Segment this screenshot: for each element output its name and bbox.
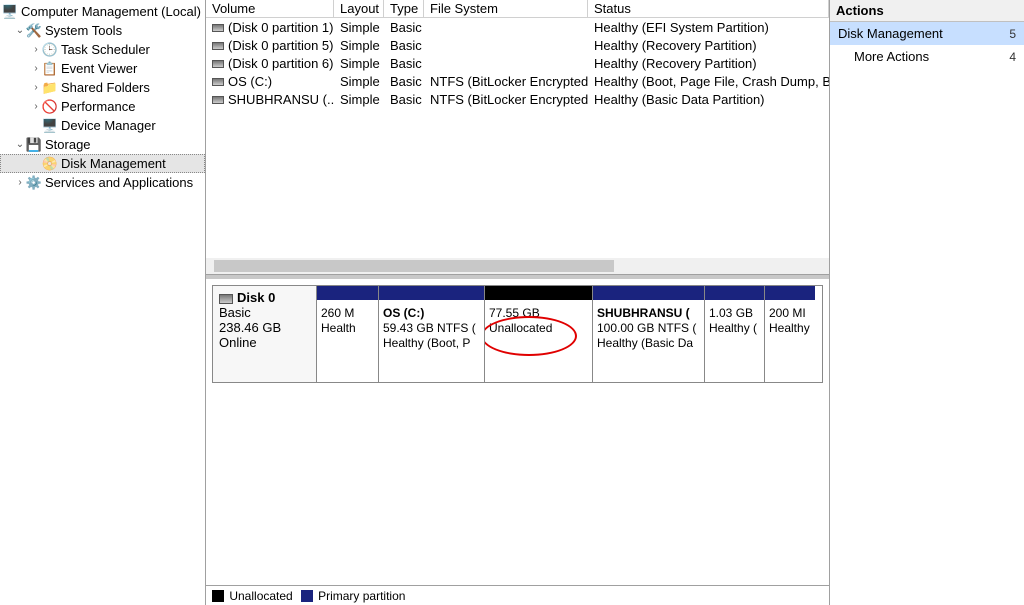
partition-header — [593, 286, 704, 300]
volume-icon — [212, 24, 224, 32]
tools-icon: 🛠️ — [26, 23, 42, 39]
expand-icon[interactable]: › — [30, 44, 42, 55]
expand-icon[interactable]: › — [30, 82, 42, 93]
volume-table[interactable]: Volume Layout Type File System Status (D… — [206, 0, 829, 275]
computer-icon: 🖥️ — [2, 4, 18, 20]
col-status[interactable]: Status — [588, 0, 829, 17]
action-count: 5 — [1009, 27, 1016, 41]
col-volume[interactable]: Volume — [206, 0, 334, 17]
volume-icon — [212, 96, 224, 104]
tree-performance[interactable]: › 🚫 Performance — [0, 97, 205, 116]
tree-label: Performance — [61, 99, 135, 114]
legend-primary: Primary partition — [318, 589, 405, 603]
tree-task-scheduler[interactable]: › 🕒 Task Scheduler — [0, 40, 205, 59]
partition-header — [705, 286, 764, 300]
action-more-actions[interactable]: More Actions 4 — [830, 45, 1024, 68]
tree-label: Task Scheduler — [61, 42, 150, 57]
main-content: Volume Layout Type File System Status (D… — [206, 0, 830, 605]
volume-header-row: Volume Layout Type File System Status — [206, 0, 829, 18]
tree-services[interactable]: › ⚙️ Services and Applications — [0, 173, 205, 192]
clock-icon: 🕒 — [42, 42, 58, 58]
disk-graphical-view: Disk 0 Basic 238.46 GB Online 260 MHealt… — [206, 275, 829, 605]
volume-row[interactable]: (Disk 0 partition 6)SimpleBasicHealthy (… — [206, 54, 829, 72]
tree-event-viewer[interactable]: › 📋 Event Viewer — [0, 59, 205, 78]
tree-label: Computer Management (Local) — [21, 4, 201, 19]
tree-label: Storage — [45, 137, 91, 152]
legend: Unallocated Primary partition — [206, 585, 829, 605]
partition[interactable]: 1.03 GBHealthy ( — [705, 286, 765, 382]
partition[interactable]: SHUBHRANSU (100.00 GB NTFS (Healthy (Bas… — [593, 286, 705, 382]
nav-tree[interactable]: 🖥️ Computer Management (Local) ⌄ 🛠️ Syst… — [0, 0, 206, 605]
performance-icon: 🚫 — [42, 99, 58, 115]
disk-row[interactable]: Disk 0 Basic 238.46 GB Online 260 MHealt… — [212, 285, 823, 383]
volume-row[interactable]: SHUBHRANSU (...SimpleBasicNTFS (BitLocke… — [206, 90, 829, 108]
partition-body: SHUBHRANSU (100.00 GB NTFS (Healthy (Bas… — [593, 300, 704, 382]
disk-icon: 📀 — [42, 156, 58, 172]
disk-label[interactable]: Disk 0 Basic 238.46 GB Online — [213, 286, 317, 382]
services-icon: ⚙️ — [26, 175, 42, 191]
volume-icon — [212, 42, 224, 50]
tree-device-manager[interactable]: 🖥️ Device Manager — [0, 116, 205, 135]
action-disk-management[interactable]: Disk Management 5 — [830, 22, 1024, 45]
partition[interactable]: OS (C:)59.43 GB NTFS (Healthy (Boot, P — [379, 286, 485, 382]
col-layout[interactable]: Layout — [334, 0, 384, 17]
partition-header — [379, 286, 484, 300]
volume-row[interactable]: OS (C:)SimpleBasicNTFS (BitLocker Encryp… — [206, 72, 829, 90]
tree-label: Event Viewer — [61, 61, 137, 76]
partition[interactable]: 77.55 GBUnallocated — [485, 286, 593, 382]
actions-panel: Actions Disk Management 5 More Actions 4 — [830, 0, 1024, 605]
partition-header — [485, 286, 592, 300]
tree-disk-management[interactable]: 📀 Disk Management — [0, 154, 205, 173]
tree-system-tools[interactable]: ⌄ 🛠️ System Tools — [0, 21, 205, 40]
collapse-icon[interactable]: ⌄ — [14, 139, 26, 150]
partition-header — [317, 286, 378, 300]
disk-state: Online — [219, 335, 310, 350]
legend-swatch-unallocated — [212, 590, 224, 602]
partition-header — [765, 286, 815, 300]
tree-label: Disk Management — [61, 156, 166, 171]
action-label: More Actions — [854, 49, 929, 64]
partition-body: 260 MHealth — [317, 300, 378, 382]
collapse-icon[interactable]: ⌄ — [14, 25, 26, 36]
volume-icon — [212, 60, 224, 68]
device-icon: 🖥️ — [42, 118, 58, 134]
action-label: Disk Management — [838, 26, 943, 41]
volume-icon — [212, 78, 224, 86]
disk-type: Basic — [219, 305, 310, 320]
partition[interactable]: 200 MIHealthy — [765, 286, 815, 382]
storage-icon: 💾 — [26, 137, 42, 153]
expand-icon[interactable]: › — [30, 101, 42, 112]
tree-label: Device Manager — [61, 118, 156, 133]
partition-body: OS (C:)59.43 GB NTFS (Healthy (Boot, P — [379, 300, 484, 382]
partition[interactable]: 260 MHealth — [317, 286, 379, 382]
volume-row[interactable]: (Disk 0 partition 5)SimpleBasicHealthy (… — [206, 36, 829, 54]
event-icon: 📋 — [42, 61, 58, 77]
tree-root[interactable]: 🖥️ Computer Management (Local) — [0, 2, 205, 21]
tree-label: Services and Applications — [45, 175, 193, 190]
tree-storage[interactable]: ⌄ 💾 Storage — [0, 135, 205, 154]
volume-row[interactable]: (Disk 0 partition 1)SimpleBasicHealthy (… — [206, 18, 829, 36]
legend-unallocated: Unallocated — [229, 589, 292, 603]
scrollbar-thumb[interactable] — [214, 260, 614, 272]
col-type[interactable]: Type — [384, 0, 424, 17]
partition-body: 77.55 GBUnallocated — [485, 300, 592, 382]
expand-icon[interactable]: › — [30, 63, 42, 74]
tree-shared-folders[interactable]: › 📁 Shared Folders — [0, 78, 205, 97]
action-count: 4 — [1009, 50, 1016, 64]
actions-header: Actions — [830, 0, 1024, 22]
horizontal-scrollbar[interactable] — [206, 258, 829, 274]
tree-label: System Tools — [45, 23, 122, 38]
disk-size: 238.46 GB — [219, 320, 310, 335]
folder-icon: 📁 — [42, 80, 58, 96]
disk-icon — [219, 294, 233, 304]
col-filesystem[interactable]: File System — [424, 0, 588, 17]
disk-name: Disk 0 — [237, 290, 275, 305]
partition-body: 1.03 GBHealthy ( — [705, 300, 764, 382]
legend-swatch-primary — [301, 590, 313, 602]
tree-label: Shared Folders — [61, 80, 150, 95]
partition-body: 200 MIHealthy — [765, 300, 815, 382]
expand-icon[interactable]: › — [14, 177, 26, 188]
